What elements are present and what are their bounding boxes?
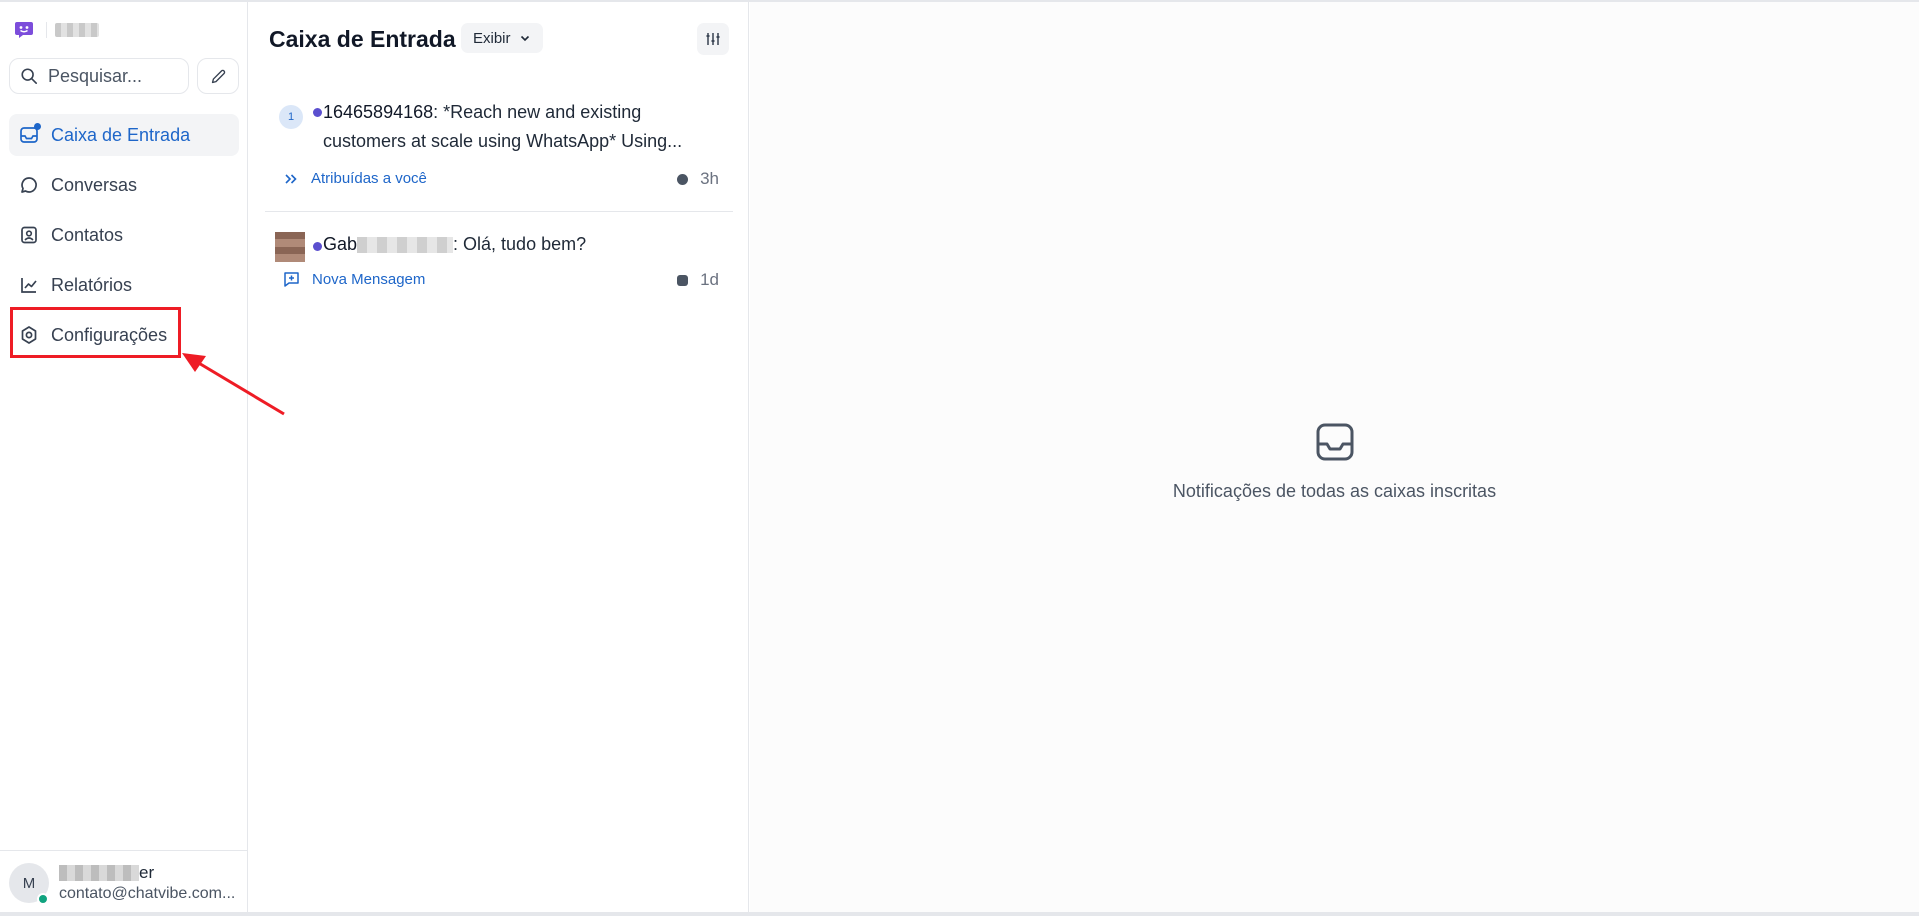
inbox-icon bbox=[19, 123, 41, 145]
view-dropdown-label: Exibir bbox=[473, 29, 511, 47]
assignment-label: Atribuídas a você bbox=[311, 170, 427, 187]
chatbot-logo-icon bbox=[15, 22, 33, 38]
search-box[interactable] bbox=[9, 58, 189, 94]
annotation-highlight-box bbox=[10, 307, 181, 358]
page-title: Caixa de Entrada bbox=[269, 26, 456, 52]
sidebar: Caixa de Entrada Conversas Contatos bbox=[0, 2, 248, 912]
redacted-sender-name bbox=[357, 237, 454, 254]
conversation-time-label: 3h bbox=[700, 169, 719, 188]
chevron-down-icon bbox=[520, 35, 529, 42]
redacted-name bbox=[59, 865, 139, 881]
online-status-dot bbox=[37, 893, 49, 905]
sliders-icon bbox=[706, 33, 720, 45]
contact-card-icon bbox=[19, 225, 39, 245]
chat-bubble-icon bbox=[19, 175, 39, 195]
double-chevron-right-icon bbox=[285, 173, 297, 184]
unread-indicator bbox=[34, 123, 41, 130]
inbox-tray-icon bbox=[1316, 423, 1353, 461]
conversation-preview: Gab : Olá, tudo bem? bbox=[323, 230, 586, 259]
profile-name-suffix: er bbox=[139, 863, 155, 882]
pencil-icon bbox=[211, 69, 225, 83]
conversation-time: 1d bbox=[677, 270, 719, 290]
sidebar-item-label: Relatórios bbox=[51, 274, 133, 295]
view-dropdown[interactable]: Exibir bbox=[461, 23, 543, 53]
conversation-avatar bbox=[275, 232, 305, 262]
conversation-sender: Gab bbox=[323, 234, 358, 254]
whatsapp-icon bbox=[677, 173, 689, 185]
conversation-time-label: 1d bbox=[700, 270, 719, 289]
sidebar-item-label: Caixa de Entrada bbox=[51, 124, 191, 145]
sidebar-item-reports[interactable]: Relatórios bbox=[9, 264, 239, 306]
filter-button[interactable] bbox=[697, 23, 729, 55]
conversation-meta: Nova Mensagem bbox=[283, 271, 425, 288]
profile-name: er bbox=[59, 863, 154, 883]
search-icon bbox=[21, 68, 38, 85]
conversation-message-line1: : *Reach new and existing bbox=[433, 102, 642, 122]
brand[interactable] bbox=[14, 20, 99, 40]
conversation-item[interactable]: Gab : Olá, tudo bem? Nova Mensagem 1d bbox=[265, 224, 733, 304]
conversation-message: : Olá, tudo bem? bbox=[453, 234, 587, 254]
new-message-icon bbox=[284, 272, 299, 287]
sidebar-item-conversations[interactable]: Conversas bbox=[9, 164, 239, 206]
empty-state: Notificações de todas as caixas inscrita… bbox=[750, 422, 1919, 502]
profile-email: contato@chatvibe.com... bbox=[59, 885, 236, 902]
search-input[interactable] bbox=[48, 65, 178, 87]
sidebar-item-contacts[interactable]: Contatos bbox=[9, 214, 239, 256]
conversation-item[interactable]: 1 16465894168: *Reach new and existing c… bbox=[265, 92, 733, 212]
sidebar-item-label: Contatos bbox=[51, 224, 124, 245]
unread-dot bbox=[313, 242, 322, 251]
instagram-icon bbox=[677, 274, 689, 286]
detail-panel: Notificações de todas as caixas inscrita… bbox=[750, 2, 1919, 912]
status-label: Nova Mensagem bbox=[312, 271, 426, 288]
window-bottom-border bbox=[0, 912, 1919, 916]
chart-line-icon bbox=[19, 275, 39, 295]
user-profile[interactable]: M er contato@chatvibe.com... bbox=[0, 850, 248, 912]
brand-divider bbox=[46, 22, 47, 38]
empty-state-text: Notificações de todas as caixas inscrita… bbox=[1172, 481, 1497, 501]
conversation-badge: 1 bbox=[279, 105, 303, 129]
unread-dot bbox=[313, 108, 322, 117]
conversation-sender: 16465894168 bbox=[323, 102, 434, 122]
conversation-meta: Atribuídas a você bbox=[283, 170, 427, 187]
account-name-redacted bbox=[55, 23, 99, 37]
conversation-preview: 16465894168: *Reach new and existing cus… bbox=[323, 98, 682, 156]
conversation-time: 3h bbox=[677, 169, 719, 189]
sidebar-item-inbox[interactable]: Caixa de Entrada bbox=[9, 114, 239, 156]
compose-button[interactable] bbox=[197, 58, 239, 94]
conversation-message-line2: customers at scale using WhatsApp* Using… bbox=[323, 131, 683, 151]
sidebar-item-label: Conversas bbox=[51, 174, 138, 195]
conversation-list-panel: Caixa de Entrada Exibir 1 16465894168: *… bbox=[249, 2, 749, 912]
